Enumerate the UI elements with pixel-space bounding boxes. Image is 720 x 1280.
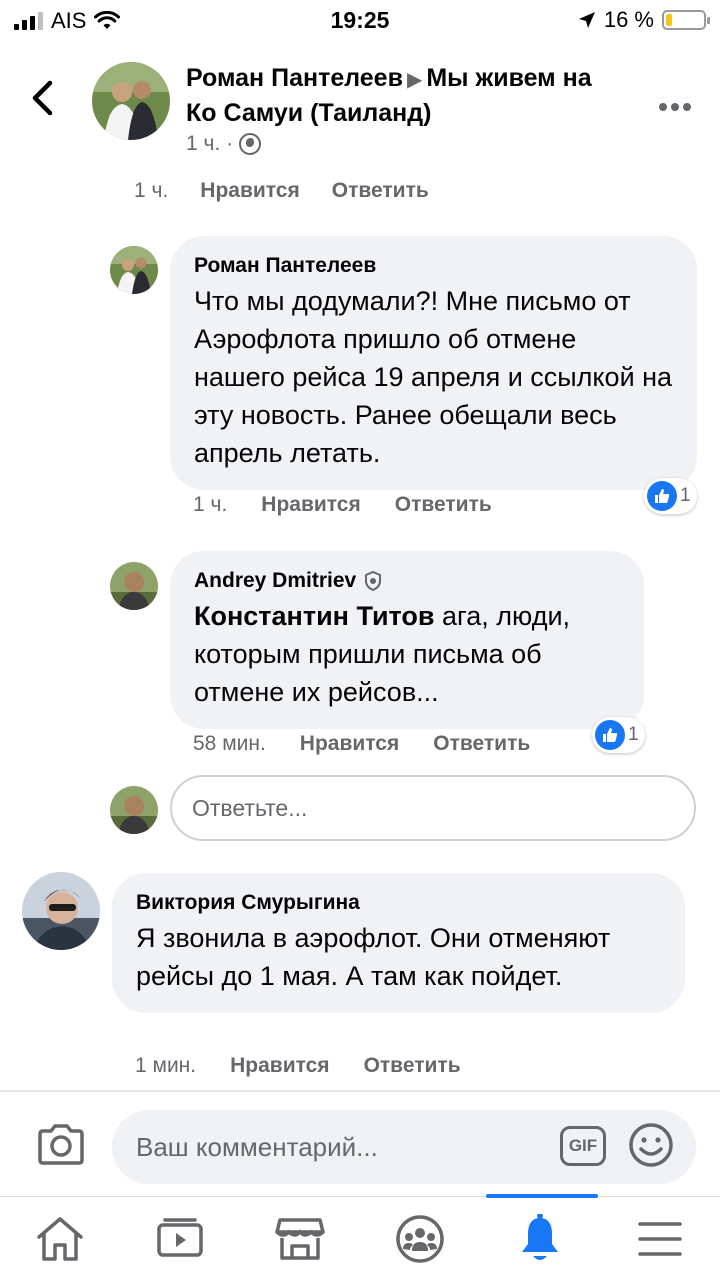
- comment-time: 1 мин.: [135, 1054, 197, 1077]
- comment-author[interactable]: Виктория Смурыгина: [136, 889, 661, 917]
- commenter-avatar[interactable]: [110, 562, 158, 610]
- reply-link[interactable]: Ответить: [332, 179, 429, 203]
- admin-badge-icon: [365, 571, 382, 591]
- commenter-avatar[interactable]: [110, 246, 158, 294]
- post-time: 1 ч.: [186, 132, 221, 155]
- reaction-count[interactable]: 1: [644, 478, 697, 514]
- emoji-button[interactable]: [628, 1122, 674, 1173]
- tab-home[interactable]: [0, 1197, 120, 1280]
- more-dots-icon: [659, 103, 691, 111]
- comment-text: Я звонила в аэрофлот. Они отменяют рейсы…: [136, 923, 611, 991]
- post-header: Роман Пантелеев ▶ Мы живем на Ко Самуи (Та…: [0, 50, 720, 175]
- reaction-count[interactable]: 1: [592, 717, 645, 753]
- like-link[interactable]: Нравится: [200, 179, 299, 203]
- comment-actions: 58 мин. Нравится Ответить: [193, 732, 530, 756]
- status-right: 16 %: [578, 7, 710, 33]
- reply-link[interactable]: Ответить: [433, 732, 530, 756]
- clipped-action-row: 1 ч. Нравится Ответить: [0, 175, 720, 203]
- gif-button[interactable]: GIF: [560, 1126, 606, 1166]
- globe-icon: [239, 133, 262, 155]
- comment-text: Что мы додумали?! Мне письмо от Аэрофлот…: [194, 286, 673, 468]
- comment-bubble: Роман Пантелеев Что мы додумали?! Мне пи…: [170, 236, 697, 490]
- my-avatar: [110, 786, 158, 834]
- reply-input[interactable]: Ответьте...: [170, 775, 696, 841]
- comment-input[interactable]: Ваш комментарий...: [112, 1110, 696, 1184]
- battery-percent: 16 %: [603, 7, 654, 32]
- thumbs-up-icon: [595, 720, 625, 750]
- reaction-number: 1: [628, 724, 639, 745]
- location-arrow-icon: [578, 12, 595, 28]
- meta-separator: ·: [226, 132, 234, 155]
- reply-link[interactable]: Ответить: [364, 1054, 461, 1078]
- comment-time: 58 мин.: [193, 732, 266, 755]
- notifications-bell-icon: [522, 1214, 558, 1260]
- comment-time: 1 ч.: [193, 493, 228, 516]
- tab-notifications[interactable]: [480, 1197, 600, 1280]
- home-icon: [37, 1217, 83, 1261]
- reply-link[interactable]: Ответить: [395, 493, 492, 517]
- post-meta: 1 ч. ·: [186, 132, 262, 156]
- reaction-number: 1: [680, 485, 691, 506]
- menu-icon: [638, 1222, 682, 1256]
- marketplace-icon: [275, 1218, 325, 1260]
- camera-button[interactable]: [36, 1122, 86, 1171]
- comment-author[interactable]: Роман Пантелеев: [194, 252, 673, 280]
- comment-actions: 1 ч. Нравится Ответить: [193, 493, 492, 517]
- status-bar: AIS 19:25 16 %: [0, 0, 720, 40]
- back-button[interactable]: [30, 80, 54, 120]
- video-icon: [157, 1218, 203, 1257]
- post-author-name[interactable]: Роман Пантелеев: [186, 64, 403, 92]
- battery-icon: [662, 10, 710, 30]
- tab-menu[interactable]: [600, 1197, 720, 1280]
- comment-author[interactable]: Andrey Dmitriev: [194, 567, 356, 595]
- commenter-avatar[interactable]: [22, 872, 100, 950]
- comment-time: 1 ч.: [134, 179, 169, 202]
- comment-bubble: Виктория Смурыгина Я звонила в аэрофлот.…: [112, 873, 685, 1013]
- more-options-button[interactable]: [658, 86, 692, 120]
- thumbs-up-icon: [647, 481, 677, 511]
- camera-icon: [38, 1124, 84, 1165]
- like-link[interactable]: Нравится: [261, 493, 360, 517]
- comment-bubble: Andrey Dmitriev Константин Титов ага, лю…: [170, 551, 644, 729]
- author-avatar[interactable]: [92, 62, 170, 140]
- comment-actions: 1 мин. Нравится Ответить: [135, 1054, 461, 1078]
- like-link[interactable]: Нравится: [300, 732, 399, 756]
- chevron-left-icon: [32, 80, 53, 116]
- bottom-tab-bar: [0, 1194, 720, 1280]
- tab-video[interactable]: [120, 1197, 240, 1280]
- groups-icon: [396, 1215, 444, 1263]
- comment-composer: Ваш комментарий... GIF: [0, 1098, 720, 1193]
- comment-text: Константин Титов ага, люди, которым приш…: [194, 597, 620, 711]
- comment-author-row: Andrey Dmitriev: [194, 567, 620, 595]
- composer-divider: [0, 1090, 720, 1092]
- post-title: Роман Пантелеев ▶ Мы живем на Ко Самуи (Та…: [186, 62, 626, 130]
- tab-groups[interactable]: [360, 1197, 480, 1280]
- like-link[interactable]: Нравится: [230, 1054, 329, 1078]
- share-arrow-icon: ▶: [406, 69, 423, 91]
- tab-marketplace[interactable]: [240, 1197, 360, 1280]
- smiley-icon: [629, 1123, 673, 1167]
- mention-link[interactable]: Константин Титов: [194, 601, 435, 631]
